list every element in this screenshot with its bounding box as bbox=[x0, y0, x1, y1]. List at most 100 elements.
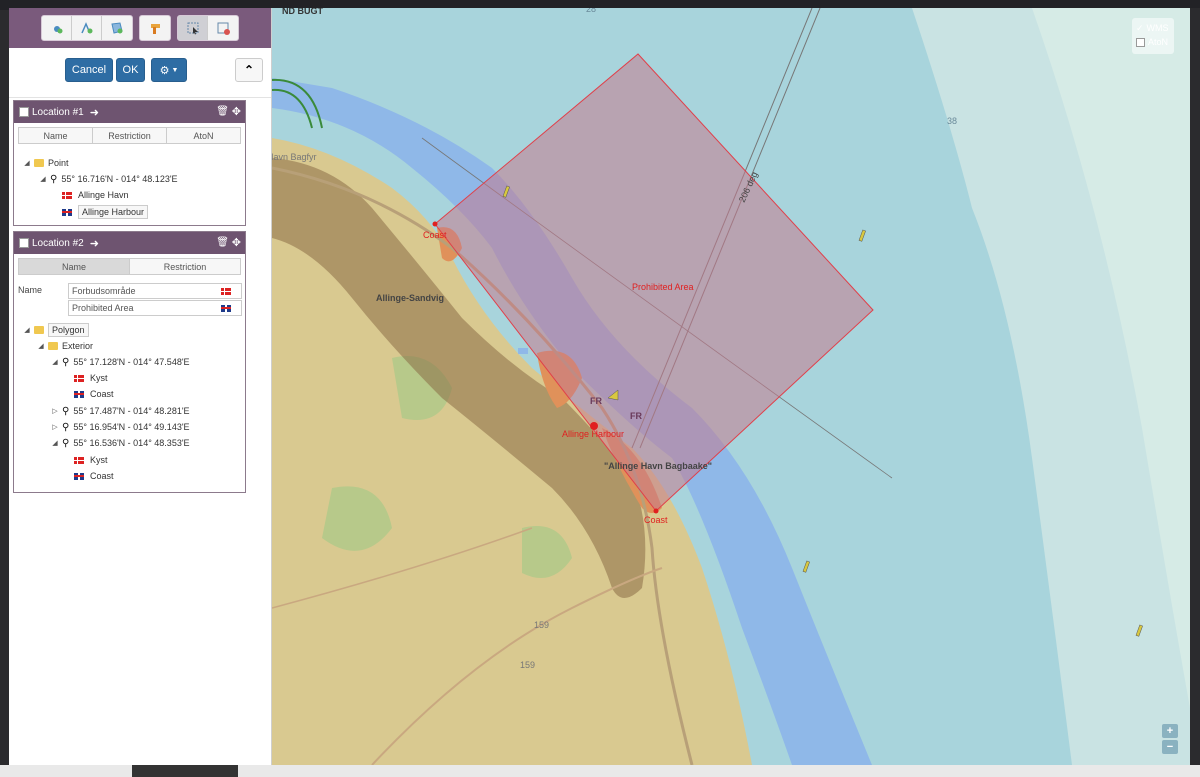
expand-toggle-icon[interactable]: ◢ bbox=[36, 342, 46, 350]
location-1-card: Location #1 ➜ 🗑 ✥ Name Restriction AtoN … bbox=[13, 100, 246, 226]
expand-toggle-icon[interactable]: ▷ bbox=[50, 423, 60, 431]
tree-node-coordinate[interactable]: ▷ ⚲ 55° 16.954'N - 014° 49.143'E bbox=[50, 420, 190, 434]
tree-node-coordinate[interactable]: ◢ ⚲ 55° 16.536'N - 014° 48.353'E bbox=[50, 436, 190, 450]
tree-node-name-da[interactable]: Allinge Havn bbox=[62, 188, 129, 202]
chevron-up-icon: ⌃ bbox=[243, 63, 255, 77]
name-en-value: Prohibited Area bbox=[72, 303, 134, 313]
coordinate-label: 55° 16.536'N - 014° 48.353'E bbox=[73, 438, 190, 448]
map-label-road: 159 bbox=[534, 620, 550, 630]
location-2-title: Location #2 bbox=[32, 237, 84, 249]
tree-node-name-en[interactable]: Allinge Harbour bbox=[62, 205, 149, 219]
expand-toggle-icon[interactable]: ▷ bbox=[50, 407, 60, 415]
map-label-depth: 28 bbox=[586, 8, 597, 14]
map-label-town: Allinge-Sandvig bbox=[376, 293, 445, 303]
collapse-button[interactable]: ⌃ bbox=[235, 58, 263, 82]
location-1-checkbox[interactable] bbox=[19, 107, 29, 117]
folder-icon bbox=[48, 342, 58, 350]
location-2-body: Name Forbudsområde Prohibited Area ◢ Pol… bbox=[14, 275, 245, 515]
move-icon[interactable]: ✥ bbox=[232, 236, 241, 249]
danish-flag-icon bbox=[62, 191, 72, 199]
add-polygon-button[interactable] bbox=[102, 16, 132, 40]
arrow-right-icon[interactable]: ➜ bbox=[90, 106, 99, 119]
tree-node-coordinate[interactable]: ▷ ⚲ 55° 17.487'N - 014° 48.281'E bbox=[50, 404, 190, 418]
name-en-label: Allinge Harbour bbox=[78, 205, 149, 219]
tree-node-coordinate[interactable]: ◢ ⚲ 55° 16.716'N - 014° 48.123'E bbox=[38, 172, 177, 186]
map-canvas[interactable] bbox=[272, 8, 1190, 765]
tree-node-name-da[interactable]: Kyst bbox=[74, 453, 108, 467]
expand-toggle-icon[interactable]: ◢ bbox=[22, 326, 32, 334]
ok-button[interactable]: OK bbox=[116, 58, 145, 82]
layer-aton-toggle[interactable]: AtoN bbox=[1136, 35, 1170, 49]
map-label-light-fr: FR bbox=[590, 396, 602, 406]
danish-flag-icon bbox=[74, 374, 84, 382]
gear-icon: ⚙ bbox=[159, 64, 170, 77]
add-aton-button[interactable] bbox=[140, 16, 170, 40]
layer-wms-toggle[interactable]: ✓ WMS bbox=[1136, 21, 1170, 35]
name-da-value: Forbudsområde bbox=[72, 286, 136, 296]
expand-toggle-icon[interactable]: ◢ bbox=[22, 159, 32, 167]
coordinate-label: 55° 16.954'N - 014° 49.143'E bbox=[73, 422, 190, 432]
name-da-label: Allinge Havn bbox=[78, 190, 129, 200]
tab-restriction[interactable]: Restriction bbox=[130, 259, 240, 274]
location-1-title: Location #1 bbox=[32, 106, 84, 118]
layer-wms-label: WMS bbox=[1146, 23, 1169, 33]
tab-name[interactable]: Name bbox=[19, 128, 93, 143]
coordinate-label: 55° 17.487'N - 014° 48.281'E bbox=[73, 406, 190, 416]
uk-flag-icon bbox=[62, 208, 72, 216]
select-button[interactable] bbox=[178, 16, 208, 40]
draw-tool-group bbox=[41, 15, 133, 41]
uk-flag-icon bbox=[221, 305, 231, 312]
folder-icon bbox=[34, 326, 44, 334]
location-2-card: Location #2 ➜ 🗑 ✥ Name Restriction Name … bbox=[13, 231, 246, 493]
zoom-out-button[interactable]: − bbox=[1162, 740, 1178, 754]
tree-node-polygon[interactable]: ◢ Polygon bbox=[22, 323, 89, 337]
map-view[interactable]: ND BUGT 28 38 Sandvig Havn Bagfyr Alling… bbox=[272, 8, 1190, 765]
tree-node-label: Polygon bbox=[48, 323, 89, 337]
name-da-label: Kyst bbox=[90, 373, 108, 383]
name-en-field[interactable]: Prohibited Area bbox=[68, 300, 242, 316]
map-label-lighthouse: Sandvig Havn Bagfyr bbox=[272, 152, 317, 162]
taskbar-item bbox=[132, 765, 238, 777]
arrow-right-icon[interactable]: ➜ bbox=[90, 237, 99, 250]
expand-toggle-icon[interactable]: ◢ bbox=[50, 358, 60, 366]
coordinate-label: 55° 17.128'N - 014° 47.548'E bbox=[73, 357, 190, 367]
move-icon[interactable]: ✥ bbox=[232, 105, 241, 118]
tree-node-name-en[interactable]: Coast bbox=[74, 387, 114, 401]
select-tool-group bbox=[177, 15, 239, 41]
add-point-icon bbox=[53, 26, 62, 34]
map-label-harbour: Allinge Harbour bbox=[562, 429, 625, 439]
tree-node-name-en[interactable]: Coast bbox=[74, 469, 114, 483]
map-label-coast-nw: Coast bbox=[423, 230, 447, 240]
tree-node-name-da[interactable]: Kyst bbox=[74, 371, 108, 385]
delete-feature-button[interactable] bbox=[208, 16, 238, 40]
add-line-button[interactable] bbox=[72, 16, 102, 40]
map-label-bagbaake: "Allinge Havn Bagbaake" bbox=[604, 461, 713, 471]
tree-node-coordinate[interactable]: ◢ ⚲ 55° 17.128'N - 014° 47.548'E bbox=[50, 355, 190, 369]
layer-switcher: ✓ WMS AtoN bbox=[1132, 18, 1174, 54]
expand-toggle-icon[interactable]: ◢ bbox=[50, 439, 60, 447]
location-2-checkbox[interactable] bbox=[19, 238, 29, 248]
map-marker-icon: ⚲ bbox=[62, 405, 70, 417]
cancel-button[interactable]: Cancel bbox=[65, 58, 113, 82]
layer-aton-checkbox[interactable] bbox=[1136, 37, 1145, 47]
expand-toggle-icon[interactable]: ◢ bbox=[38, 175, 48, 183]
tree-node-exterior[interactable]: ◢ Exterior bbox=[36, 339, 93, 353]
trash-icon[interactable]: 🗑 bbox=[216, 237, 229, 248]
tree-node-label: Exterior bbox=[62, 341, 94, 351]
tab-aton[interactable]: AtoN bbox=[167, 128, 240, 143]
add-aton-icon bbox=[151, 24, 160, 34]
name-en-label: Coast bbox=[90, 471, 114, 481]
tree-node-point[interactable]: ◢ Point bbox=[22, 156, 69, 170]
settings-dropdown-button[interactable]: ⚙ ▼ bbox=[151, 58, 187, 82]
name-da-label: Kyst bbox=[90, 455, 108, 465]
tab-name[interactable]: Name bbox=[19, 259, 130, 274]
trash-icon[interactable]: 🗑 bbox=[216, 106, 229, 117]
add-point-button[interactable] bbox=[42, 16, 72, 40]
tab-restriction[interactable]: Restriction bbox=[93, 128, 167, 143]
name-en-label: Coast bbox=[90, 389, 114, 399]
name-da-field[interactable]: Forbudsområde bbox=[68, 283, 242, 299]
browser-bottom-bar bbox=[0, 765, 1200, 777]
zoom-in-button[interactable]: + bbox=[1162, 724, 1178, 738]
tree-node-label: Point bbox=[48, 158, 69, 168]
action-bar: Cancel OK ⚙ ▼ ⌃ bbox=[9, 48, 271, 98]
